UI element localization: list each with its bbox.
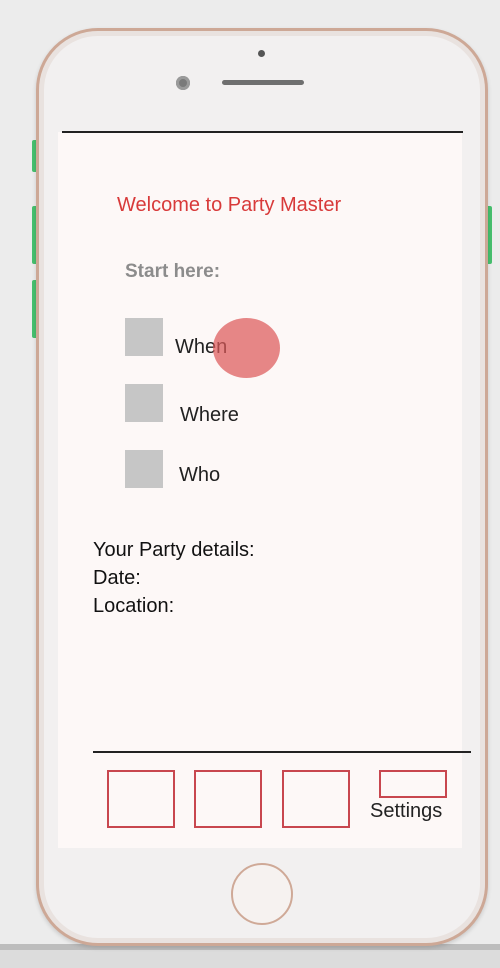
who-checkbox[interactable] [125, 450, 163, 488]
where-checkbox[interactable] [125, 384, 163, 422]
who-label[interactable]: Who [179, 464, 220, 487]
party-details: Your Party details: Date: Location: [93, 536, 255, 620]
date-label: Date: [93, 567, 141, 589]
camera-icon [176, 76, 190, 90]
location-label: Location: [93, 595, 175, 617]
start-here-label: Start here: [125, 261, 221, 282]
home-button-icon[interactable] [231, 863, 293, 925]
party-details-heading: Your Party details: [93, 539, 255, 561]
settings-button[interactable] [379, 770, 447, 798]
welcome-title: Welcome to Party Master [117, 194, 342, 216]
bottom-strip-inner [0, 950, 500, 968]
where-label[interactable]: Where [180, 404, 239, 427]
tap-indicator [213, 318, 280, 378]
phone-screen [58, 132, 462, 848]
mockup-canvas: Welcome to Party Master Start here: When… [0, 0, 500, 968]
when-checkbox[interactable] [125, 318, 163, 356]
header-divider [62, 131, 463, 133]
settings-label[interactable]: Settings [370, 800, 442, 823]
nav-button-2[interactable] [194, 770, 262, 828]
speaker-icon [222, 80, 304, 85]
sensor-icon [258, 50, 265, 57]
nav-button-3[interactable] [282, 770, 350, 828]
nav-divider [93, 751, 471, 753]
nav-button-1[interactable] [107, 770, 175, 828]
